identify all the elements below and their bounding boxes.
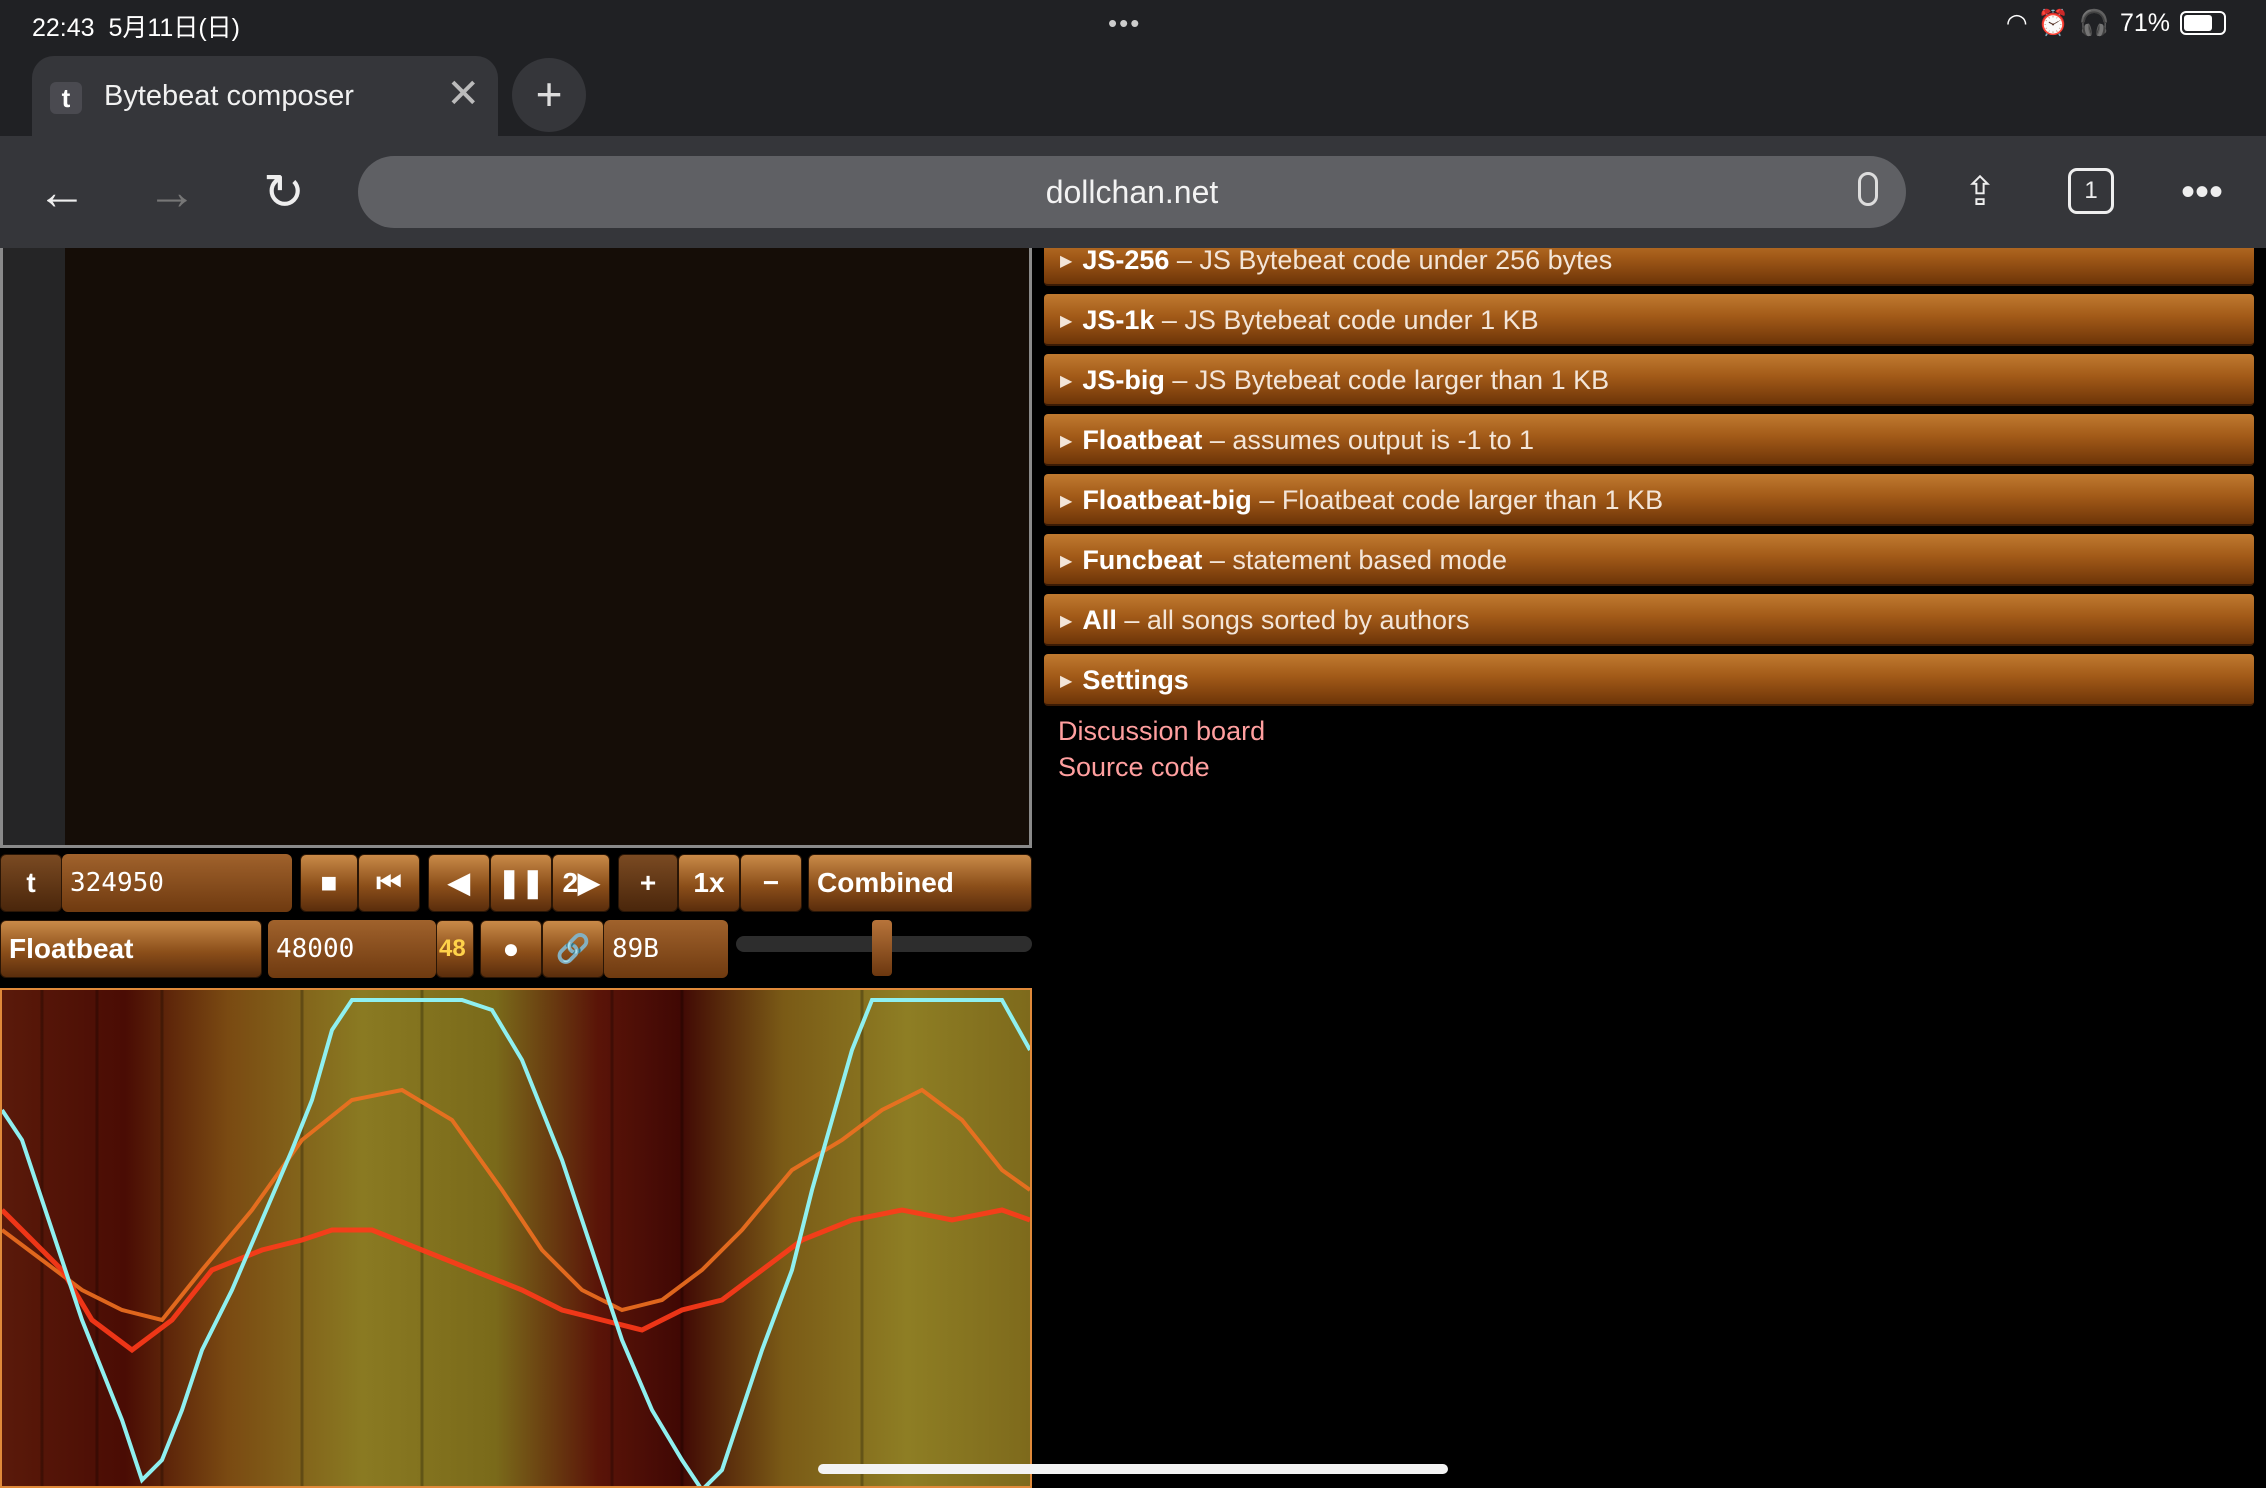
browser-toolbar: ← → ↻ dollchan.net ⇪ 1 •••	[0, 136, 2266, 248]
multitask-dots[interactable]: •••	[1108, 8, 1141, 39]
share-link-icon[interactable]: 🔗	[542, 920, 604, 978]
sample-rate-input[interactable]: 48000	[268, 920, 436, 978]
battery-icon	[2180, 11, 2226, 35]
address-bar[interactable]: dollchan.net	[358, 156, 1906, 228]
play-backward-button[interactable]: ◀	[428, 854, 490, 912]
library-section-floatbeat[interactable]: ▶ Floatbeat – assumes output is -1 to 1	[1044, 414, 2254, 466]
pause-button[interactable]: ❚❚	[490, 854, 552, 912]
library-section-funcbeat[interactable]: ▶ Funcbeat – statement based mode	[1044, 534, 2254, 586]
forward-arrow-icon[interactable]: →	[140, 160, 204, 224]
library-section-js-1k[interactable]: ▶ JS-1k – JS Bytebeat code under 1 KB	[1044, 294, 2254, 346]
status-time: 22:43 5月11日(日)	[32, 14, 240, 42]
more-menu-icon[interactable]: •••	[2170, 160, 2234, 224]
decrease-scale-button[interactable]: −	[740, 854, 802, 912]
tab-title: Bytebeat composer	[104, 80, 354, 112]
microphone-icon[interactable]	[1858, 172, 1878, 206]
disclosure-triangle-icon: ▶	[1060, 612, 1073, 630]
page-content: t 324950 ■ ⏮ ◀ ❚❚ 2▶ + 1x − Combined Flo…	[0, 248, 2266, 1488]
close-tab-icon[interactable]: ✕	[446, 74, 480, 114]
settings-section[interactable]: ▶ Settings	[1044, 654, 2254, 706]
disclosure-triangle-icon: ▶	[1060, 492, 1073, 510]
site-favicon-icon: t	[50, 82, 82, 114]
library-section-floatbeat-big[interactable]: ▶ Floatbeat-big – Floatbeat code larger t…	[1044, 474, 2254, 526]
increase-scale-button[interactable]: +	[618, 854, 678, 912]
volume-slider-thumb[interactable]	[872, 920, 892, 976]
waveform-visualizer[interactable]	[0, 988, 1032, 1488]
scale-button[interactable]: 1x	[678, 854, 740, 912]
mode-select[interactable]: Floatbeat	[0, 920, 262, 978]
library-section-js-256[interactable]: ▶ JS-256 – JS Bytebeat code under 256 byt…	[1044, 248, 2254, 286]
time-input[interactable]: 324950	[62, 854, 292, 912]
url-text: dollchan.net	[1045, 174, 1219, 210]
battery-percent: 71%	[2119, 8, 2170, 37]
disclosure-triangle-icon: ▶	[1060, 552, 1073, 570]
disclosure-triangle-icon: ▶	[1060, 672, 1073, 690]
headphones-icon: 🎧	[2078, 8, 2110, 37]
play-speed-button[interactable]: 2▶	[552, 854, 610, 912]
wifi-icon: ◠	[2005, 9, 2028, 37]
sample-rate-select[interactable]: 48	[436, 920, 474, 978]
time-unit-button[interactable]: t	[0, 854, 62, 912]
discussion-board-link[interactable]: Discussion board	[1058, 716, 1265, 747]
alarm-icon: ⏰	[2037, 8, 2069, 37]
tab-strip: t Bytebeat composer ✕ +	[0, 50, 2266, 136]
library-section-all[interactable]: ▶ All – all songs sorted by authors	[1044, 594, 2254, 646]
status-indicators: ◠ ⏰ 🎧 71%	[2006, 8, 2226, 38]
display-mode-select[interactable]: Combined	[808, 854, 1032, 912]
waveform-canvas	[2, 990, 1030, 1486]
back-arrow-icon[interactable]: ←	[30, 160, 94, 224]
status-bar: 22:43 5月11日(日) ••• ◠ ⏰ 🎧 71%	[0, 0, 2266, 50]
tab-count-button[interactable]: 1	[2068, 168, 2114, 214]
share-icon[interactable]: ⇪	[1948, 160, 2012, 224]
disclosure-triangle-icon: ▶	[1060, 312, 1073, 330]
new-tab-button[interactable]: +	[512, 58, 586, 132]
code-editor[interactable]	[0, 248, 1032, 848]
library-section-js-big[interactable]: ▶ JS-big – JS Bytebeat code larger than 1…	[1044, 354, 2254, 406]
stop-button[interactable]: ■	[300, 854, 358, 912]
tab-bytebeat-composer[interactable]: t Bytebeat composer ✕	[32, 56, 498, 136]
reload-icon[interactable]: ↻	[252, 160, 316, 224]
disclosure-triangle-icon: ▶	[1060, 432, 1073, 450]
code-size-label: 89B	[604, 920, 728, 978]
disclosure-triangle-icon: ▶	[1060, 372, 1073, 390]
editor-gutter	[3, 248, 65, 845]
record-button[interactable]: ●	[480, 920, 542, 978]
disclosure-triangle-icon: ▶	[1060, 252, 1073, 270]
source-code-link[interactable]: Source code	[1058, 752, 1210, 783]
rewind-start-button[interactable]: ⏮	[358, 854, 420, 912]
home-indicator[interactable]	[818, 1464, 1448, 1474]
